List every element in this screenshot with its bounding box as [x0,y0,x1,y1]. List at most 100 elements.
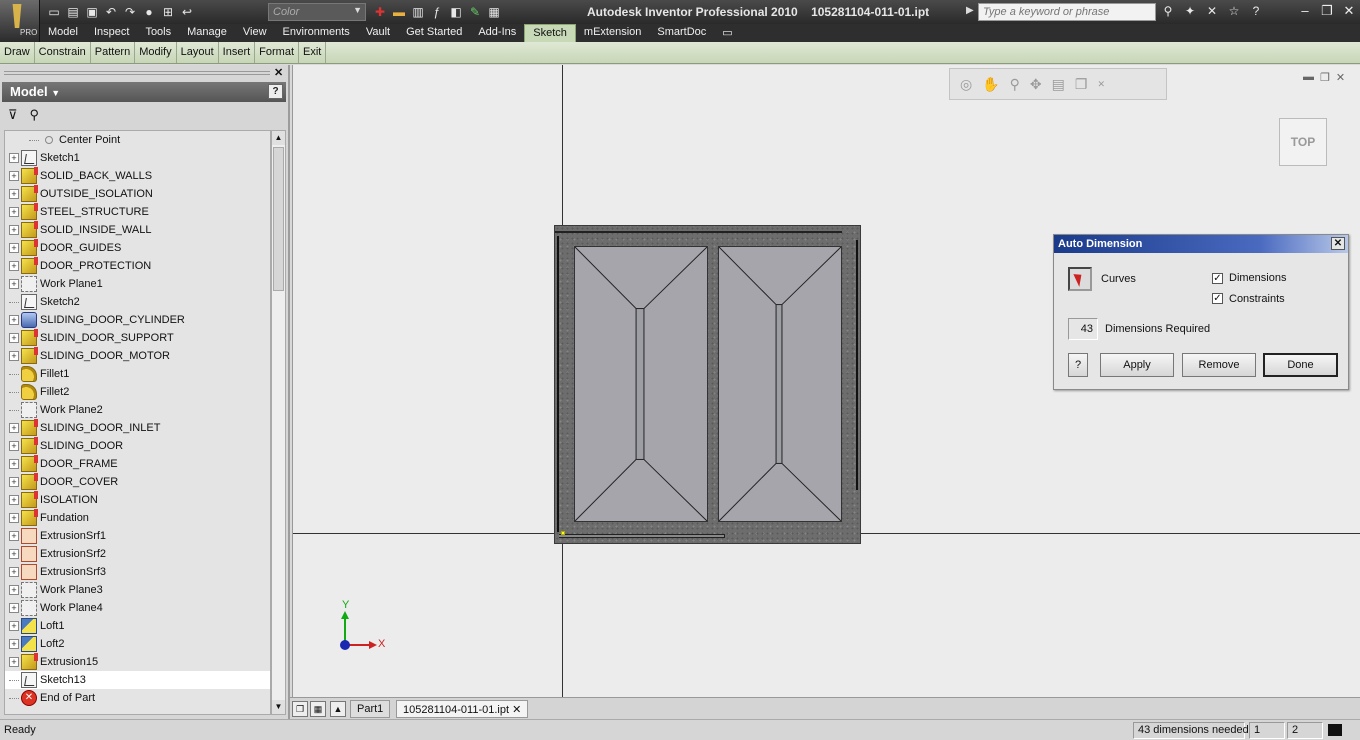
tree-node[interactable]: + ISOLATION [5,491,270,509]
minimize-icon[interactable]: ▬ [1303,71,1314,84]
sketch-point[interactable] [561,531,565,535]
restore-icon[interactable]: ❐ [1320,3,1334,19]
tab-manage[interactable]: Manage [179,24,235,42]
expand-icon[interactable]: + [9,351,19,361]
cascade-icon[interactable]: ❐ [292,701,308,717]
redo-icon[interactable]: ↷ [122,4,138,20]
tree-node[interactable]: + DOOR_PROTECTION [5,257,270,275]
tree-node[interactable]: Sketch13 [5,671,270,689]
expand-icon[interactable]: + [9,477,19,487]
door-geometry[interactable] [554,225,861,544]
tree-node[interactable]: Center Point [5,131,270,149]
close-icon[interactable]: ✕ [512,704,521,716]
tree-node[interactable]: + STEEL_STRUCTURE [5,203,270,221]
expand-icon[interactable]: + [9,315,19,325]
curves-select-button[interactable] [1068,267,1092,291]
tree-scrollbar[interactable]: ▲ ▼ [271,130,286,715]
help-button[interactable]: ? [1068,353,1088,377]
color-combo[interactable]: Color ▼ [268,3,366,21]
left-sketch-line[interactable] [557,236,559,532]
tree-node[interactable]: + Extrusion15 [5,653,270,671]
tree-node[interactable]: + SOLID_BACK_WALLS [5,167,270,185]
restore-icon[interactable]: ❐ [1320,71,1330,84]
color-swatch-icon[interactable]: ▦ [486,4,502,20]
expand-icon[interactable]: + [9,171,19,181]
apply-button[interactable]: Apply [1100,353,1174,377]
project-icon[interactable]: ⊞ [160,4,176,20]
tree-node[interactable]: + Sketch1 [5,149,270,167]
expand-icon[interactable]: + [9,243,19,253]
save-icon[interactable]: ▣ [84,4,100,20]
tree-node[interactable]: Work Plane2 [5,401,270,419]
close-icon[interactable]: ✕ [1097,79,1105,90]
key-icon[interactable]: ✕ [1204,3,1220,19]
tree-node[interactable]: Fillet1 [5,365,270,383]
tree-node[interactable]: + ExtrusionSrf3 [5,563,270,581]
tree-node[interactable]: + OUTSIDE_ISOLATION [5,185,270,203]
tab-add-ins[interactable]: Add-Ins [470,24,524,42]
panel-constrain[interactable]: Constrain [35,42,91,63]
expand-icon[interactable]: + [9,549,19,559]
sketch-pen-icon[interactable]: ✎ [467,4,483,20]
tree-node[interactable]: + ExtrusionSrf1 [5,527,270,545]
close-icon[interactable]: ✕ [274,66,283,79]
document-icon[interactable]: ▥ [410,4,426,20]
door-leaf-right[interactable] [718,246,842,522]
tab-sketch[interactable]: Sketch [524,24,576,42]
binoculars-icon[interactable]: ⚲ [30,107,40,123]
binoculars-icon[interactable]: ⚲ [1160,3,1176,19]
close-icon[interactable]: ✕ [1336,71,1345,84]
ribbon-minimize-icon[interactable]: ▭ [714,24,740,42]
pan-icon[interactable]: ✋ [982,76,999,93]
new-file-icon[interactable]: ▭ [46,4,62,20]
remove-button[interactable]: Remove [1182,353,1256,377]
filter-icon[interactable]: ⊽ [8,107,18,123]
expand-icon[interactable]: + [9,279,19,289]
tree-node[interactable]: Fillet2 [5,383,270,401]
tree-node[interactable]: + SLIDIN_DOOR_SUPPORT [5,329,270,347]
function-icon[interactable]: ƒ [429,4,445,20]
panel-draw[interactable]: Draw [0,42,35,63]
done-button[interactable]: Done [1263,353,1338,377]
panel-layout[interactable]: Layout [177,42,219,63]
tree-node[interactable]: + SLIDING_DOOR_CYLINDER [5,311,270,329]
panel-format[interactable]: Format [255,42,300,63]
tree-node[interactable]: + DOOR_FRAME [5,455,270,473]
ruler-icon[interactable]: ▬ [391,4,407,20]
select-mode-icon[interactable]: ● [141,4,157,20]
expand-icon[interactable]: + [9,423,19,433]
tree-node[interactable]: Sketch2 [5,293,270,311]
star-icon[interactable]: ☆ [1226,3,1242,19]
zoom-icon[interactable]: ⚲ [1010,76,1020,93]
return-icon[interactable]: ↩ [179,4,195,20]
scroll-thumb[interactable] [273,147,284,291]
open-file-icon[interactable]: ▤ [65,4,81,20]
orbit-icon[interactable]: ✥ [1030,76,1042,93]
expand-icon[interactable]: + [9,585,19,595]
play-arrow-icon[interactable]: ▶ [966,5,974,16]
expand-icon[interactable]: + [9,153,19,163]
bottom-sketch-line[interactable] [559,534,725,538]
expand-icon[interactable]: + [9,603,19,613]
tree-node[interactable]: + DOOR_GUIDES [5,239,270,257]
expand-icon[interactable]: + [9,207,19,217]
expand-icon[interactable]: + [9,495,19,505]
cube-icon[interactable]: ◧ [448,4,464,20]
expand-icon[interactable]: + [9,441,19,451]
tab-environments[interactable]: Environments [275,24,358,42]
expand-icon[interactable]: + [9,657,19,667]
panel-pattern[interactable]: Pattern [91,42,136,63]
expand-icon[interactable]: + [9,531,19,541]
tree-node[interactable]: ✕ End of Part [5,689,270,707]
expand-icon[interactable]: + [9,513,19,523]
expand-icon[interactable]: + [9,567,19,577]
help-icon[interactable]: ? [1248,3,1264,19]
top-sketch-line[interactable] [555,231,842,233]
constraints-checkbox[interactable]: ✓ [1212,293,1223,304]
tree-node[interactable]: + SLIDING_DOOR_MOTOR [5,347,270,365]
tree-node[interactable]: + Loft2 [5,635,270,653]
wrench-icon[interactable]: ✦ [1182,3,1198,19]
drag-grip[interactable] [4,71,270,75]
minimize-icon[interactable]: – [1298,3,1312,19]
application-menu-button[interactable]: PRO [0,0,40,42]
